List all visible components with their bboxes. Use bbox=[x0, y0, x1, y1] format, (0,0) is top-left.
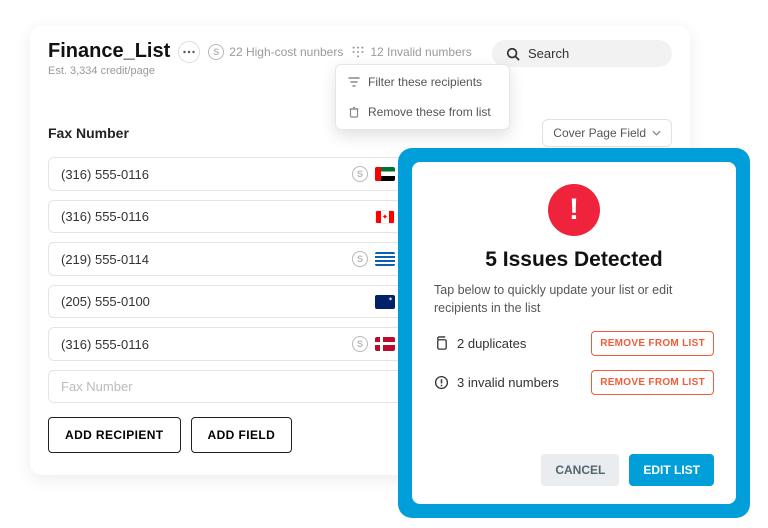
fax-number: (316) 555-0116 bbox=[61, 167, 149, 182]
flag-icon bbox=[375, 295, 395, 309]
invalid-row: 3 invalid numbers REMOVE FROM LIST bbox=[434, 370, 714, 395]
remove-duplicates-button[interactable]: REMOVE FROM LIST bbox=[591, 331, 714, 356]
search-placeholder: Search bbox=[528, 46, 569, 61]
dollar-circle-icon: S bbox=[352, 251, 368, 267]
trash-icon bbox=[348, 106, 360, 118]
modal-description: Tap below to quickly update your list or… bbox=[434, 282, 714, 317]
remove-invalid-button[interactable]: REMOVE FROM LIST bbox=[591, 370, 714, 395]
search-input[interactable]: Search bbox=[492, 40, 672, 67]
fax-row[interactable]: (316) 555-0116 ✦ bbox=[48, 200, 408, 233]
invalid-stat[interactable]: 12 Invalid numbers bbox=[351, 45, 471, 59]
fax-number: (219) 555-0114 bbox=[61, 252, 149, 267]
modal-actions: CANCEL EDIT LIST bbox=[434, 454, 714, 486]
remove-recipients-item[interactable]: Remove these from list bbox=[336, 97, 509, 127]
alert-icon: ! bbox=[548, 184, 600, 236]
fax-placeholder: Fax Number bbox=[61, 379, 133, 394]
copy-icon bbox=[434, 336, 449, 351]
fax-column-label: Fax Number bbox=[48, 125, 129, 141]
flag-icon bbox=[375, 252, 395, 266]
fax-number: (205) 555-0100 bbox=[61, 294, 150, 309]
highcost-stat[interactable]: S 22 High-cost nunbers bbox=[208, 44, 343, 60]
filter-icon bbox=[348, 76, 360, 88]
add-field-button[interactable]: ADD FIELD bbox=[191, 417, 293, 453]
more-button[interactable] bbox=[178, 41, 200, 63]
filter-recipients-item[interactable]: Filter these recipients bbox=[336, 67, 509, 97]
add-recipient-button[interactable]: ADD RECIPIENT bbox=[48, 417, 181, 453]
fax-number: (316) 555-0116 bbox=[61, 337, 149, 352]
dialpad-icon bbox=[351, 45, 365, 59]
list-title: Finance_List bbox=[48, 40, 170, 63]
dollar-circle-icon: S bbox=[352, 336, 368, 352]
flag-icon bbox=[375, 337, 395, 351]
fax-number: (316) 555-0116 bbox=[61, 209, 149, 224]
fax-row[interactable]: (205) 555-0100 bbox=[48, 285, 408, 318]
fax-row[interactable]: (316) 555-0116 S bbox=[48, 327, 408, 361]
dollar-circle-icon: S bbox=[208, 44, 224, 60]
cancel-button[interactable]: CANCEL bbox=[541, 454, 619, 486]
fax-row-empty[interactable]: Fax Number bbox=[48, 370, 408, 403]
dollar-circle-icon: S bbox=[352, 166, 368, 182]
chevron-down-icon bbox=[652, 130, 661, 136]
cover-page-field-select[interactable]: Cover Page Field bbox=[542, 119, 672, 147]
issues-modal: ! 5 Issues Detected Tap below to quickly… bbox=[412, 162, 736, 504]
modal-title: 5 Issues Detected bbox=[434, 248, 714, 272]
more-icon bbox=[183, 50, 195, 54]
invalid-dropdown: Filter these recipients Remove these fro… bbox=[335, 64, 510, 130]
duplicates-row: 2 duplicates REMOVE FROM LIST bbox=[434, 331, 714, 356]
flag-icon: ✦ bbox=[375, 210, 395, 224]
flag-icon bbox=[375, 167, 395, 181]
fax-row[interactable]: (316) 555-0116 S bbox=[48, 157, 408, 191]
search-icon bbox=[506, 47, 520, 61]
edit-list-button[interactable]: EDIT LIST bbox=[629, 454, 714, 486]
warning-circle-icon bbox=[434, 375, 449, 390]
fax-row[interactable]: (219) 555-0114 S bbox=[48, 242, 408, 276]
issues-modal-backdrop: ! 5 Issues Detected Tap below to quickly… bbox=[398, 148, 750, 518]
